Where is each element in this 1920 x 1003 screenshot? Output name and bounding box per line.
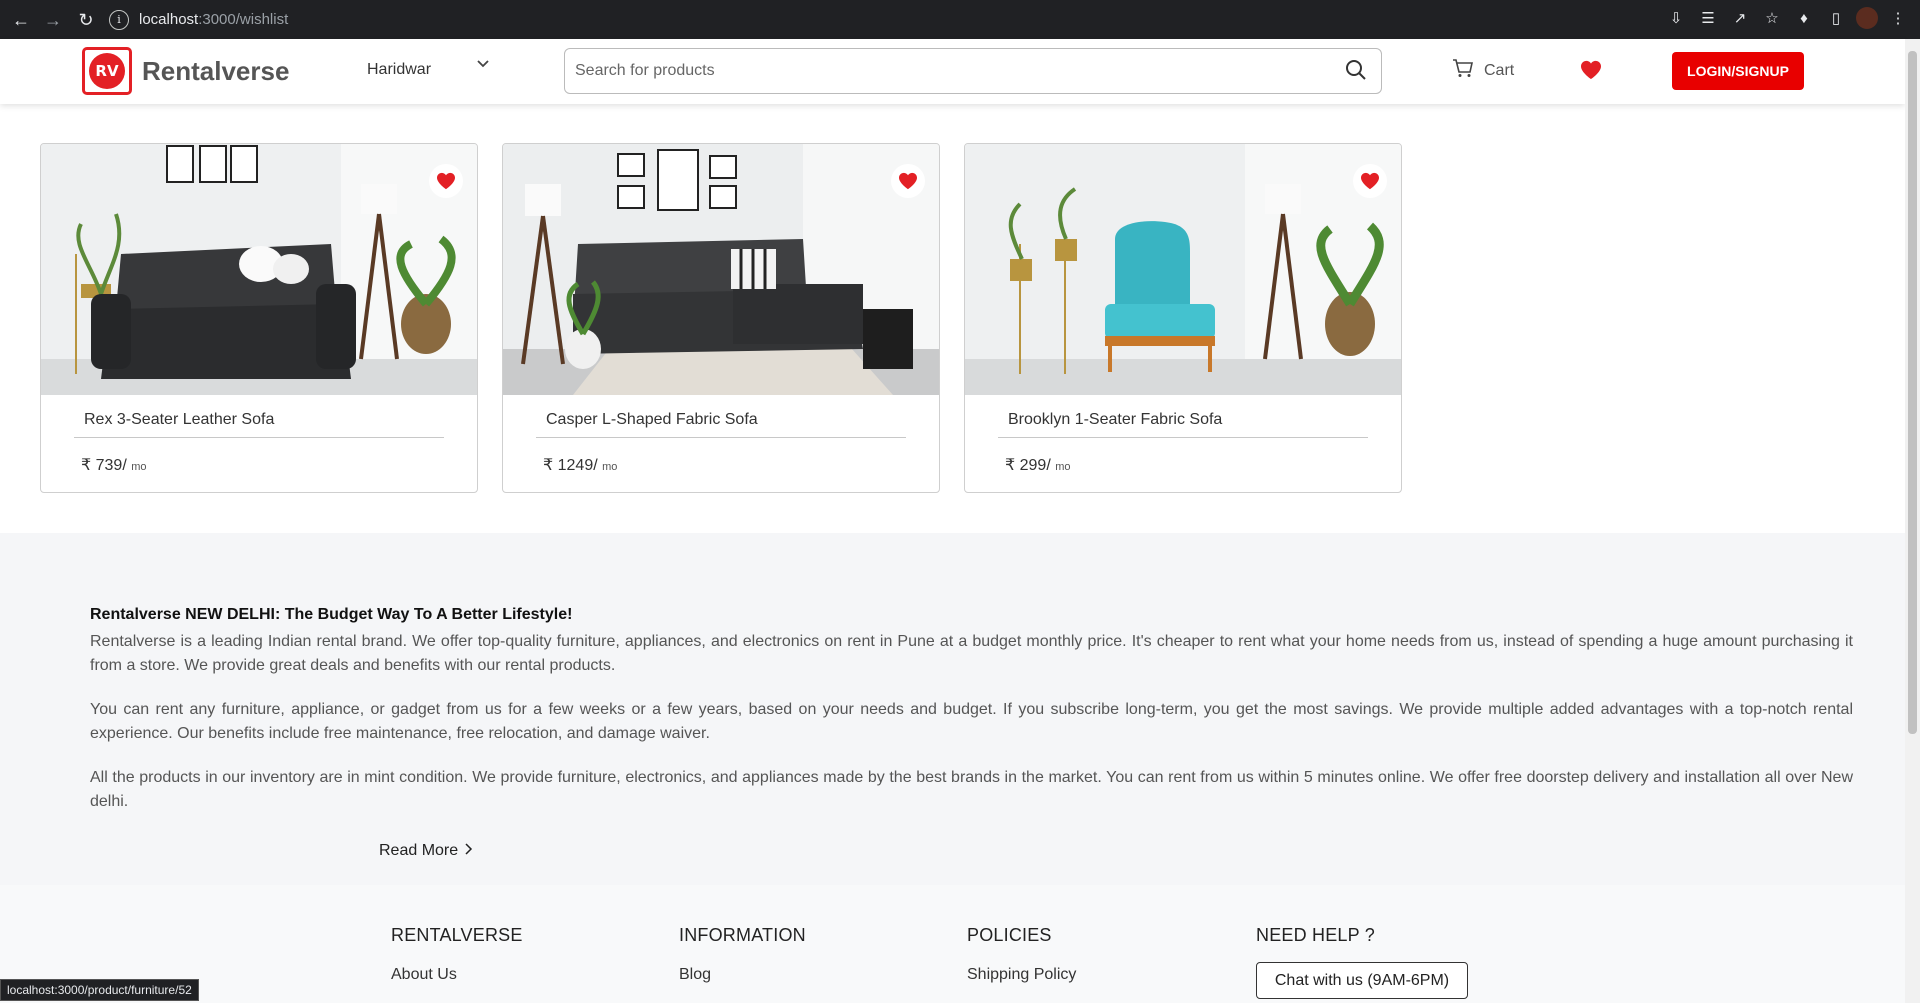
product-image[interactable]	[41, 144, 477, 395]
product-price: ₹ 739/ mo	[81, 455, 147, 475]
cart-label: Cart	[1484, 61, 1515, 79]
about-us-link[interactable]: About Us	[391, 966, 523, 984]
bookmark-star-icon[interactable]: ☆	[1760, 6, 1784, 30]
about-paragraph: You can rent any furniture, appliance, o…	[90, 701, 1853, 742]
search-icon[interactable]	[1345, 59, 1369, 83]
product-name[interactable]: Rex 3-Seater Leather Sofa	[84, 411, 274, 429]
side-panel-icon[interactable]: ▯	[1824, 6, 1848, 30]
about-paragraph: Rentalverse is a leading Indian rental b…	[90, 633, 1853, 674]
share-icon[interactable]: ↗	[1728, 6, 1752, 30]
cart-link[interactable]: Cart	[1452, 58, 1514, 83]
browser-toolbar: ← → ↻ i localhost:3000/wishlist ⇩ ☰ ↗ ☆ …	[0, 0, 1920, 39]
brand-name[interactable]: Rentalverse	[142, 56, 289, 87]
profile-avatar[interactable]	[1856, 7, 1878, 29]
forward-icon[interactable]: →	[37, 4, 69, 36]
price-value: ₹ 1249/	[543, 457, 598, 474]
wishlist-heart-icon[interactable]	[1353, 164, 1387, 198]
product-card[interactable]: Rex 3-Seater Leather Sofa ₹ 739/ mo	[40, 143, 478, 493]
footer-heading: RENTALVERSE	[391, 925, 523, 945]
read-more-label: Read More	[379, 842, 459, 859]
site-header: RV Rentalverse Haridwar Cart LOGIN/SIGNU…	[0, 39, 1905, 104]
chevron-down-icon[interactable]	[476, 57, 490, 76]
product-name[interactable]: Casper L-Shaped Fabric Sofa	[546, 411, 758, 429]
footer-heading: NEED HELP ?	[1256, 925, 1375, 945]
product-image[interactable]	[965, 144, 1401, 395]
product-price: ₹ 1249/ mo	[543, 455, 617, 475]
address-bar[interactable]: i localhost:3000/wishlist	[109, 6, 1639, 33]
footer-col-policies: POLICIES Shipping Policy	[967, 925, 1076, 984]
logo[interactable]: RV	[82, 47, 132, 95]
price-period: mo	[1055, 461, 1071, 473]
search-input[interactable]	[575, 62, 1335, 80]
back-icon[interactable]: ←	[5, 4, 37, 36]
footer-heading: INFORMATION	[679, 925, 806, 945]
cart-icon	[1452, 58, 1474, 83]
menu-icon[interactable]: ⋮	[1886, 6, 1910, 30]
read-more-link[interactable]: Read More	[379, 842, 473, 860]
extensions-icon[interactable]: ♦	[1792, 6, 1816, 30]
product-image[interactable]	[503, 144, 939, 395]
wishlist-grid: Rex 3-Seater Leather Sofa ₹ 739/ mo Casp…	[40, 143, 1402, 493]
city-selector[interactable]: Haridwar	[367, 61, 431, 79]
search-bar	[564, 48, 1382, 94]
about-heading: Rentalverse NEW DELHI: The Budget Way To…	[90, 606, 573, 623]
product-card[interactable]: Brooklyn 1-Seater Fabric Sofa ₹ 299/ mo	[964, 143, 1402, 493]
product-card[interactable]: Casper L-Shaped Fabric Sofa ₹ 1249/ mo	[502, 143, 940, 493]
browser-actions: ⇩ ☰ ↗ ☆ ♦ ▯ ⋮	[1664, 6, 1910, 30]
shipping-policy-link[interactable]: Shipping Policy	[967, 966, 1076, 984]
footer-col-help: NEED HELP ? Chat with us (9AM-6PM)	[1256, 925, 1468, 999]
url-path: :3000/wishlist	[198, 11, 289, 28]
product-price: ₹ 299/ mo	[1005, 455, 1071, 475]
about-section: Rentalverse NEW DELHI: The Budget Way To…	[0, 533, 1905, 885]
site-info-icon[interactable]: i	[109, 9, 129, 30]
install-icon[interactable]: ⇩	[1664, 6, 1688, 30]
url-host: localhost	[139, 11, 199, 28]
translate-icon[interactable]: ☰	[1696, 6, 1720, 30]
footer-heading: POLICIES	[967, 925, 1052, 945]
wishlist-heart-icon[interactable]	[891, 164, 925, 198]
chevron-right-icon	[463, 842, 473, 859]
about-paragraph: All the products in our inventory are in…	[90, 769, 1853, 810]
wishlist-heart-icon[interactable]	[429, 164, 463, 198]
product-name[interactable]: Brooklyn 1-Seater Fabric Sofa	[1008, 411, 1222, 429]
divider	[536, 437, 906, 438]
login-signup-button[interactable]: LOGIN/SIGNUP	[1672, 52, 1804, 90]
status-bar-url: localhost:3000/product/furniture/52	[0, 979, 199, 1001]
footer-col-information: INFORMATION Blog	[679, 925, 806, 984]
footer-col-rentalverse: RENTALVERSE About Us	[391, 925, 523, 984]
chat-button[interactable]: Chat with us (9AM-6PM)	[1256, 962, 1468, 999]
reload-icon[interactable]: ↻	[70, 4, 102, 36]
price-period: mo	[602, 461, 618, 473]
logo-mark: RV	[89, 53, 125, 89]
price-period: mo	[131, 461, 147, 473]
wishlist-heart-icon[interactable]	[1580, 60, 1602, 80]
blog-link[interactable]: Blog	[679, 966, 806, 984]
price-value: ₹ 739/	[81, 457, 127, 474]
divider	[74, 437, 444, 438]
price-value: ₹ 299/	[1005, 457, 1051, 474]
site-footer: RENTALVERSE About Us INFORMATION Blog PO…	[0, 885, 1905, 1003]
divider	[998, 437, 1368, 438]
scrollbar-thumb[interactable]	[1908, 51, 1917, 734]
